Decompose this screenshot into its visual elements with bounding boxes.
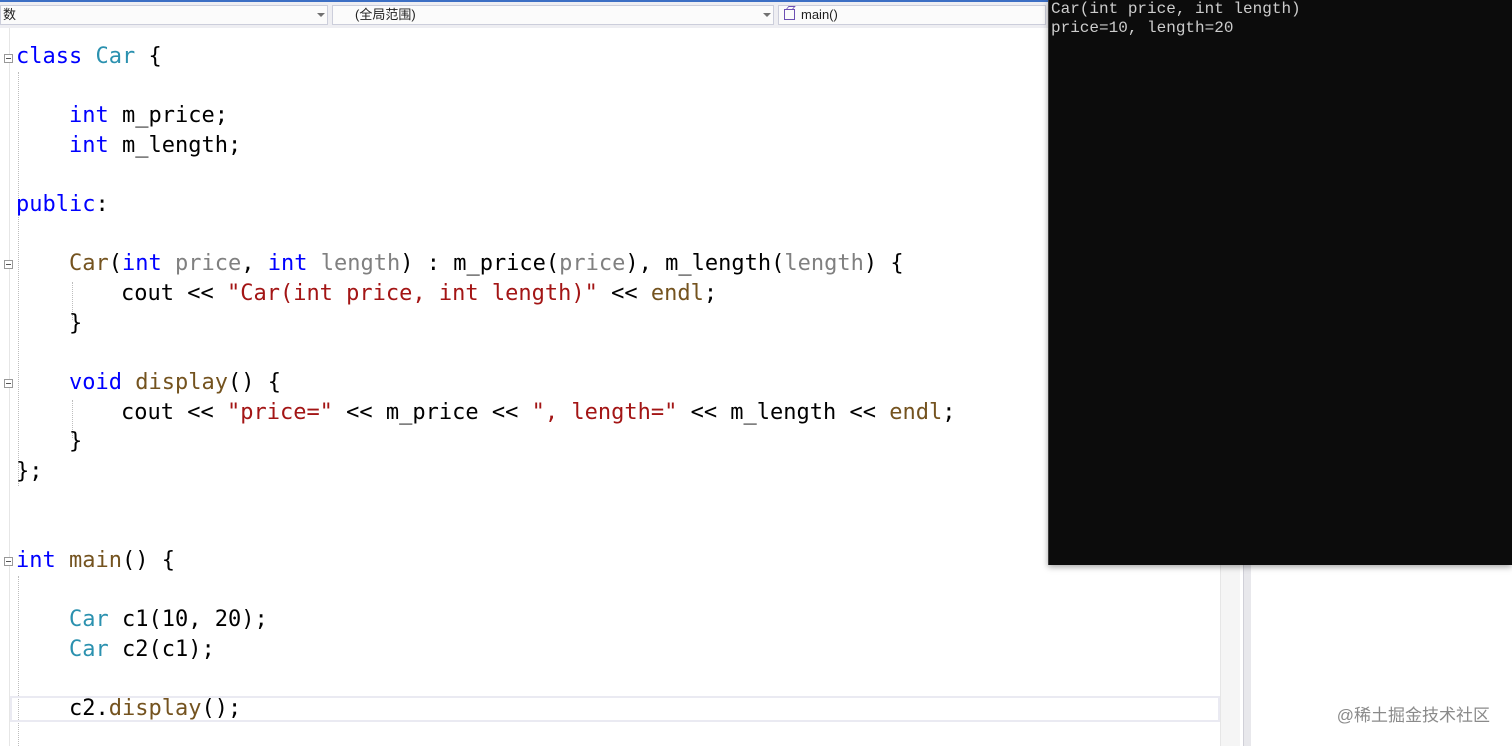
member-dropdown[interactable]: main() [778, 5, 1046, 25]
code-text: () { [121, 548, 175, 573]
code-text: cout << [121, 281, 227, 306]
code-line-access-specifier: public: [16, 190, 109, 220]
member-name: m_price [453, 251, 546, 276]
console-output-line: price=10, length=20 [1051, 19, 1234, 37]
keyword: int [69, 103, 109, 128]
function-name: main [69, 548, 122, 573]
scope-dropdown-label: (全局范围) [355, 7, 416, 22]
code-text: c1(10, 20); [108, 607, 268, 632]
keyword: public [16, 192, 96, 217]
code-text: ( [771, 251, 785, 276]
member-dropdown-label: main() [801, 7, 838, 22]
code-text: c2. [69, 696, 109, 721]
keyword: int [267, 251, 308, 276]
indent-guide [18, 72, 19, 486]
watermark: @稀土掘金技术社区 [1336, 706, 1490, 725]
parameter: price [175, 251, 242, 276]
chevron-down-icon [763, 13, 771, 17]
string-literal: "price=" [226, 400, 333, 425]
string-literal: "Car(int price, int length)" [226, 281, 598, 306]
code-text: : [95, 192, 109, 217]
function-cube-icon [784, 9, 795, 20]
console-output-line: Car(int price, int length) [1051, 0, 1301, 18]
scope-dropdown[interactable]: (全局范围) [332, 5, 774, 25]
code-text: ; [703, 281, 718, 306]
project-dropdown[interactable]: 数 [0, 5, 328, 25]
code-text: << m_price << [332, 400, 532, 425]
function-name: Car [69, 251, 109, 276]
code-text: cout << [121, 400, 227, 425]
chevron-down-icon [317, 13, 325, 17]
code-line-display-decl: void display() { [69, 368, 281, 398]
code-line-car-c1: Car c1(10, 20); [69, 605, 268, 635]
parameter: length [320, 251, 401, 276]
code-text: ), [625, 251, 666, 276]
collapse-icon[interactable] [4, 557, 13, 566]
parameter: price [559, 251, 626, 276]
code-text: ( [545, 251, 560, 276]
keyword: class [16, 44, 83, 69]
string-literal: ", length=" [531, 400, 678, 425]
code-line-display-call: c2.display(); [69, 694, 241, 724]
type-name: Car [95, 44, 136, 69]
code-line-class-decl: class Car { [16, 42, 162, 72]
function-name: display [135, 370, 228, 395]
keyword: void [69, 370, 122, 395]
project-dropdown-label: 数 [3, 7, 17, 22]
collapse-icon[interactable] [4, 54, 13, 63]
code-text: m_price; [108, 103, 228, 128]
keyword: int [69, 133, 109, 158]
keyword: int [122, 251, 162, 276]
code-text: << m_length << [677, 400, 890, 425]
code-text: m_length; [108, 133, 242, 158]
code-line-car-c2: Car c2(c1); [69, 635, 215, 665]
code-line-constructor: Car(int price, int length) : m_price(pri… [69, 249, 904, 279]
function-name: endl [650, 281, 704, 306]
code-line-cout-display: cout << "price=" << m_price << ", length… [121, 398, 955, 428]
code-text: c2(c1); [108, 637, 215, 662]
code-line-close-brace: } [69, 429, 83, 454]
keyword: int [16, 548, 56, 573]
code-text: ) : [400, 251, 454, 276]
code-line-close-brace: } [69, 311, 83, 336]
collapse-icon[interactable] [4, 260, 13, 269]
code-text: << [597, 281, 651, 306]
code-text: ) { [863, 251, 904, 276]
parameter: length [784, 251, 864, 276]
code-line-member-length: int m_length; [69, 131, 241, 161]
code-text: () { [227, 370, 281, 395]
console-window[interactable]: Car(int price, int length) price=10, len… [1048, 0, 1512, 565]
code-line-main-decl: int main() { [16, 546, 175, 576]
type-name: Car [69, 607, 109, 632]
code-text: { [135, 44, 162, 69]
collapse-icon[interactable] [4, 379, 13, 388]
function-name: endl [889, 400, 943, 425]
code-text: (); [201, 696, 242, 721]
type-name: Car [69, 637, 109, 662]
code-text: ; [942, 400, 956, 425]
code-text: , [241, 251, 268, 276]
code-line-cout-constructor: cout << "Car(int price, int length)" << … [121, 279, 717, 309]
member-name: m_length [665, 251, 772, 276]
code-line-member-price: int m_price; [69, 101, 228, 131]
code-line-class-end: }; [16, 459, 43, 484]
function-name: display [108, 696, 202, 721]
code-text: ( [108, 251, 122, 276]
